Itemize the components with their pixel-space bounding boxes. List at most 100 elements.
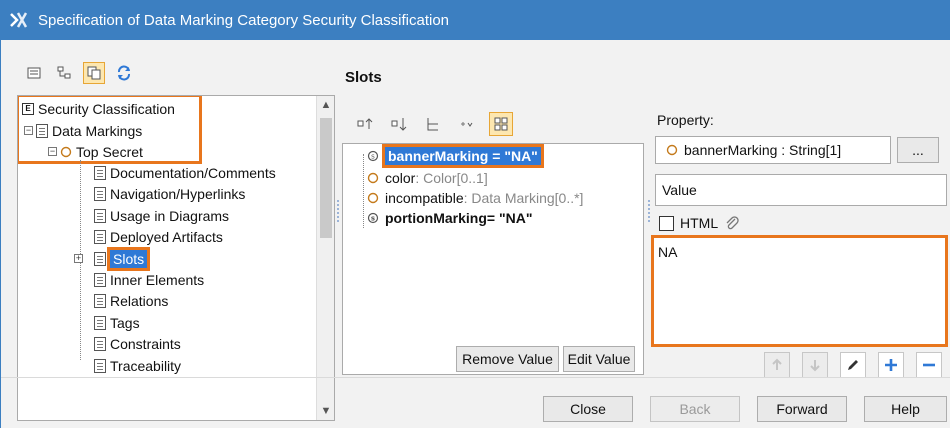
dialog-body: E Security Classification − Data Marking… xyxy=(0,40,950,428)
slot-row-color[interactable]: color : Color[0..1] xyxy=(357,168,488,188)
copy-icon xyxy=(87,66,101,80)
value-text-area[interactable]: NA xyxy=(651,235,948,347)
document-icon xyxy=(94,229,106,244)
document-icon xyxy=(94,315,106,330)
tree-scrollbar[interactable]: ▲ ▼ xyxy=(316,96,334,420)
move-up-button[interactable] xyxy=(764,352,790,378)
document-icon xyxy=(94,251,106,266)
slot-value-icon: s xyxy=(367,212,379,224)
property-field[interactable]: bannerMarking : String[1] xyxy=(655,136,891,164)
tree-item-relations[interactable]: Relations xyxy=(94,290,168,311)
document-icon xyxy=(94,272,106,287)
hierarchy-button[interactable] xyxy=(421,112,445,136)
slot-selected-label: bannerMarking = "NA" xyxy=(382,144,544,168)
slots-list[interactable]: s bannerMarking = "NA" color : Color[0..… xyxy=(342,143,644,375)
tree-item-traceability[interactable]: Traceability xyxy=(94,355,181,376)
specification-tree[interactable]: E Security Classification − Data Marking… xyxy=(17,95,335,421)
slot-property-icon xyxy=(367,172,379,184)
slot-row-portion-marking[interactable]: s portionMarking = "NA" xyxy=(357,208,532,228)
app-logo-icon xyxy=(8,9,30,31)
scroll-up-arrow-icon[interactable]: ▲ xyxy=(317,96,334,114)
title-bar: Specification of Data Marking Category S… xyxy=(0,0,950,40)
refresh-icon xyxy=(118,65,130,81)
tree-item-navigation[interactable]: Navigation/Hyperlinks xyxy=(94,183,245,204)
property-label: Property: xyxy=(657,112,714,128)
plus-icon xyxy=(885,359,897,371)
enumeration-icon: E xyxy=(22,102,34,115)
collapse-icon[interactable]: − xyxy=(48,147,57,156)
value-toolbar xyxy=(764,352,942,378)
value-header: Value xyxy=(655,174,947,206)
attachment-icon[interactable] xyxy=(724,215,740,231)
html-option[interactable]: HTML xyxy=(659,215,740,231)
close-button[interactable]: Close xyxy=(543,396,633,422)
collapse-all-button[interactable] xyxy=(387,112,411,136)
document-icon xyxy=(36,123,48,138)
page-title: Slots xyxy=(345,69,382,86)
instance-diamond-icon xyxy=(60,146,72,157)
document-icon xyxy=(94,208,106,223)
slots-toolbar xyxy=(353,112,513,136)
html-checkbox[interactable] xyxy=(659,215,674,231)
remove-button[interactable] xyxy=(916,352,942,378)
tree-item-inner-elements[interactable]: Inner Elements xyxy=(94,269,204,290)
scroll-down-arrow-icon[interactable]: ▼ xyxy=(317,402,334,420)
tree-item-security-classification[interactable]: E Security Classification xyxy=(22,98,175,119)
footer-divider xyxy=(1,377,950,378)
refresh-button[interactable] xyxy=(113,62,135,84)
back-button[interactable]: Back xyxy=(650,396,740,422)
pencil-icon xyxy=(848,360,858,370)
svg-text:s: s xyxy=(371,215,375,223)
expand-all-icon xyxy=(357,118,373,129)
arrow-down-icon xyxy=(810,360,820,372)
tree-item-top-secret[interactable]: − Top Secret xyxy=(48,141,143,162)
tree-toolbar xyxy=(23,62,135,84)
add-value-button[interactable] xyxy=(878,352,904,378)
slot-row-banner-marking[interactable]: s bannerMarking = "NA" xyxy=(357,144,544,168)
edit-button[interactable] xyxy=(840,352,866,378)
document-icon xyxy=(94,186,106,201)
copy-view-button[interactable] xyxy=(83,62,105,84)
slot-value-icon: s xyxy=(367,150,379,162)
svg-text:s: s xyxy=(371,153,375,161)
filter-icon xyxy=(461,122,473,127)
grid-view-button[interactable] xyxy=(489,112,513,136)
collapse-icon[interactable]: − xyxy=(24,126,33,135)
panel-splitter[interactable] xyxy=(337,200,340,222)
document-icon xyxy=(94,358,106,373)
scrollbar-thumb[interactable] xyxy=(320,118,332,238)
tree-item-usage-in-diagrams[interactable]: Usage in Diagrams xyxy=(94,205,229,226)
document-icon xyxy=(94,165,106,180)
grid-icon xyxy=(494,117,508,131)
tree-item-tags[interactable]: Tags xyxy=(94,312,140,333)
tree-item-deployed-artifacts[interactable]: Deployed Artifacts xyxy=(94,226,223,247)
list-icon xyxy=(27,67,41,79)
help-button[interactable]: Help xyxy=(864,396,947,422)
expand-all-button[interactable] xyxy=(353,112,377,136)
collapse-all-icon xyxy=(391,118,407,131)
window-title: Specification of Data Marking Category S… xyxy=(38,11,450,29)
edit-value-button[interactable]: Edit Value xyxy=(563,346,635,372)
move-down-button[interactable] xyxy=(802,352,828,378)
tree-item-data-markings[interactable]: − Data Markings xyxy=(24,120,142,141)
tree-item-slots[interactable]: + Slots xyxy=(74,246,151,271)
value-filter-button[interactable] xyxy=(455,112,479,136)
tree-item-constraints[interactable]: Constraints xyxy=(94,333,181,354)
document-icon xyxy=(94,293,106,308)
expand-icon[interactable]: + xyxy=(74,254,83,263)
slot-row-incompatible[interactable]: incompatible : Data Marking[0..*] xyxy=(357,188,583,208)
slot-property-icon xyxy=(367,192,379,204)
list-view-button[interactable] xyxy=(23,62,45,84)
tree-icon xyxy=(57,66,71,79)
hierarchy-icon xyxy=(427,118,438,131)
arrow-up-icon xyxy=(772,358,782,370)
tree-view-button[interactable] xyxy=(53,62,75,84)
property-icon xyxy=(666,144,678,156)
tree-item-documentation[interactable]: Documentation/Comments xyxy=(94,162,276,183)
panel-splitter[interactable] xyxy=(648,200,651,222)
minus-icon xyxy=(923,363,935,367)
remove-value-button[interactable]: Remove Value xyxy=(456,346,559,372)
browse-property-button[interactable]: ... xyxy=(897,137,939,163)
forward-button[interactable]: Forward xyxy=(757,396,847,422)
document-icon xyxy=(94,336,106,351)
